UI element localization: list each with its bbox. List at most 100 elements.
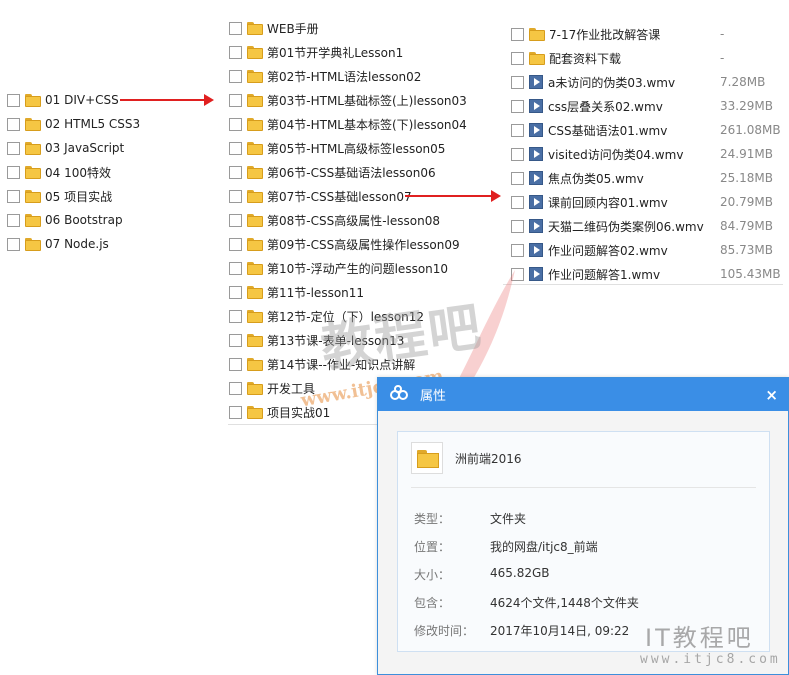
checkbox[interactable]: [229, 261, 242, 275]
video-file-icon: [529, 267, 543, 281]
checkbox[interactable]: [7, 117, 20, 131]
list-item[interactable]: 第06节-CSS基础语法lesson06: [229, 161, 436, 183]
property-value: 我的网盘/itjc8_前端: [490, 540, 598, 554]
item-size: 85.73MB: [720, 243, 773, 257]
checkbox[interactable]: [229, 381, 242, 395]
checkbox[interactable]: [229, 21, 242, 35]
list-item[interactable]: 第09节-CSS高级属性操作lesson09: [229, 233, 460, 255]
list-item[interactable]: 06 Bootstrap: [7, 209, 123, 231]
checkbox[interactable]: [229, 165, 242, 179]
checkbox[interactable]: [229, 69, 242, 83]
checkbox[interactable]: [229, 93, 242, 107]
checkbox[interactable]: [229, 213, 242, 227]
checkbox[interactable]: [229, 237, 242, 251]
property-row: 类型： 文件夹: [414, 510, 526, 527]
list-item[interactable]: 天猫二维码伪类案例06.wmv: [511, 215, 704, 237]
checkbox[interactable]: [229, 117, 242, 131]
checkbox[interactable]: [7, 189, 20, 203]
list-item[interactable]: 第13节课-表单-lesson13: [229, 329, 404, 351]
folder-icon: [411, 442, 443, 474]
list-item[interactable]: 第01节开学典礼Lesson1: [229, 41, 403, 63]
property-value: 4624个文件,1448个文件夹: [490, 596, 639, 610]
close-button[interactable]: ×: [765, 386, 778, 404]
list-item[interactable]: 05 项目实战: [7, 185, 112, 207]
list-item[interactable]: 第02节-HTML语法lesson02: [229, 65, 421, 87]
checkbox[interactable]: [229, 285, 242, 299]
item-label: 第06节-CSS基础语法lesson06: [267, 165, 436, 180]
item-label: 配套资料下载: [549, 51, 622, 66]
list-item[interactable]: 02 HTML5 CSS3: [7, 113, 140, 135]
list-item[interactable]: 04 100特效: [7, 161, 111, 183]
folder-icon: [529, 27, 545, 41]
checkbox[interactable]: [7, 213, 20, 227]
item-label: 课前回顾内容01.wmv: [548, 195, 668, 210]
item-label: 02 HTML5 CSS3: [45, 117, 141, 131]
checkbox[interactable]: [7, 93, 20, 107]
checkbox[interactable]: [229, 309, 242, 323]
checkbox[interactable]: [229, 141, 242, 155]
list-item[interactable]: 第07节-CSS基础lesson07: [229, 185, 412, 207]
item-label: 第09节-CSS高级属性操作lesson09: [267, 237, 460, 252]
list-item[interactable]: 配套资料下载: [511, 47, 621, 69]
checkbox[interactable]: [511, 267, 524, 281]
item-label: 天猫二维码伪类案例06.wmv: [548, 219, 704, 234]
item-size: 7.28MB: [720, 75, 766, 89]
item-label: 第04节-HTML基本标签(下)lesson04: [267, 117, 467, 132]
list-item[interactable]: 第11节-lesson11: [229, 281, 364, 303]
item-label: 作业问题解答1.wmv: [548, 267, 661, 282]
item-size: 20.79MB: [720, 195, 773, 209]
folder-icon: [247, 21, 263, 35]
list-item[interactable]: 第03节-HTML基础标签(上)lesson03: [229, 89, 467, 111]
list-item[interactable]: CSS基础语法01.wmv: [511, 119, 667, 141]
checkbox[interactable]: [7, 237, 20, 251]
checkbox[interactable]: [511, 243, 524, 257]
list-item[interactable]: 03 JavaScript: [7, 137, 124, 159]
list-item[interactable]: 课前回顾内容01.wmv: [511, 191, 668, 213]
list-item[interactable]: 开发工具: [229, 377, 315, 399]
checkbox[interactable]: [511, 123, 524, 137]
checkbox[interactable]: [511, 147, 524, 161]
checkbox[interactable]: [7, 141, 20, 155]
dialog-title-bar: 属性 ×: [378, 378, 788, 411]
item-size: 25.18MB: [720, 171, 773, 185]
item-label: 第13节课-表单-lesson13: [267, 333, 405, 348]
checkbox[interactable]: [229, 45, 242, 59]
list-item[interactable]: css层叠关系02.wmv: [511, 95, 663, 117]
item-label: 作业问题解答02.wmv: [548, 243, 668, 258]
list-item[interactable]: 作业问题解答1.wmv: [511, 263, 660, 285]
list-item[interactable]: 01 DIV+CSS: [7, 89, 119, 111]
checkbox[interactable]: [229, 333, 242, 347]
property-key: 修改时间：: [414, 624, 475, 638]
list-item[interactable]: a未访问的伪类03.wmv: [511, 71, 675, 93]
item-label: 03 JavaScript: [45, 141, 125, 155]
list-item[interactable]: WEB手册: [229, 17, 319, 39]
list-item[interactable]: 第12节-定位（下）lesson12: [229, 305, 424, 327]
checkbox[interactable]: [511, 195, 524, 209]
list-item[interactable]: 第08节-CSS高级属性-lesson08: [229, 209, 440, 231]
checkbox[interactable]: [229, 357, 242, 371]
list-item[interactable]: 第04节-HTML基本标签(下)lesson04: [229, 113, 467, 135]
checkbox[interactable]: [511, 99, 524, 113]
list-item[interactable]: 第05节-HTML高级标签lesson05: [229, 137, 445, 159]
dialog-body: 洲前端2016 类型： 文件夹 位置： 我的网盘/itjc8_前端 大小： 465.82G…: [397, 431, 770, 652]
checkbox[interactable]: [7, 165, 20, 179]
item-label: 第08节-CSS高级属性-lesson08: [267, 213, 440, 228]
list-item[interactable]: 7-17作业批改解答课: [511, 23, 660, 45]
checkbox[interactable]: [511, 219, 524, 233]
checkbox[interactable]: [511, 171, 524, 185]
checkbox[interactable]: [229, 189, 242, 203]
checkbox[interactable]: [511, 75, 524, 89]
list-item[interactable]: 项目实战01: [229, 401, 330, 423]
list-item[interactable]: 第14节课--作业-知识点讲解: [229, 353, 415, 375]
item-label: 项目实战01: [267, 405, 331, 420]
list-item[interactable]: 焦点伪类05.wmv: [511, 167, 644, 189]
item-label: 第10节-浮动产生的问题lesson10: [267, 261, 449, 276]
list-item[interactable]: visited访问伪类04.wmv: [511, 143, 683, 165]
properties-dialog: 属性 × 洲前端2016 类型： 文件夹 位置： 我的网盘/itjc8_前端 大小： 46…: [377, 377, 789, 675]
list-item[interactable]: 作业问题解答02.wmv: [511, 239, 668, 261]
checkbox[interactable]: [511, 27, 524, 41]
list-item[interactable]: 07 Node.js: [7, 233, 109, 255]
checkbox[interactable]: [511, 51, 524, 65]
list-item[interactable]: 第10节-浮动产生的问题lesson10: [229, 257, 448, 279]
checkbox[interactable]: [229, 405, 242, 419]
